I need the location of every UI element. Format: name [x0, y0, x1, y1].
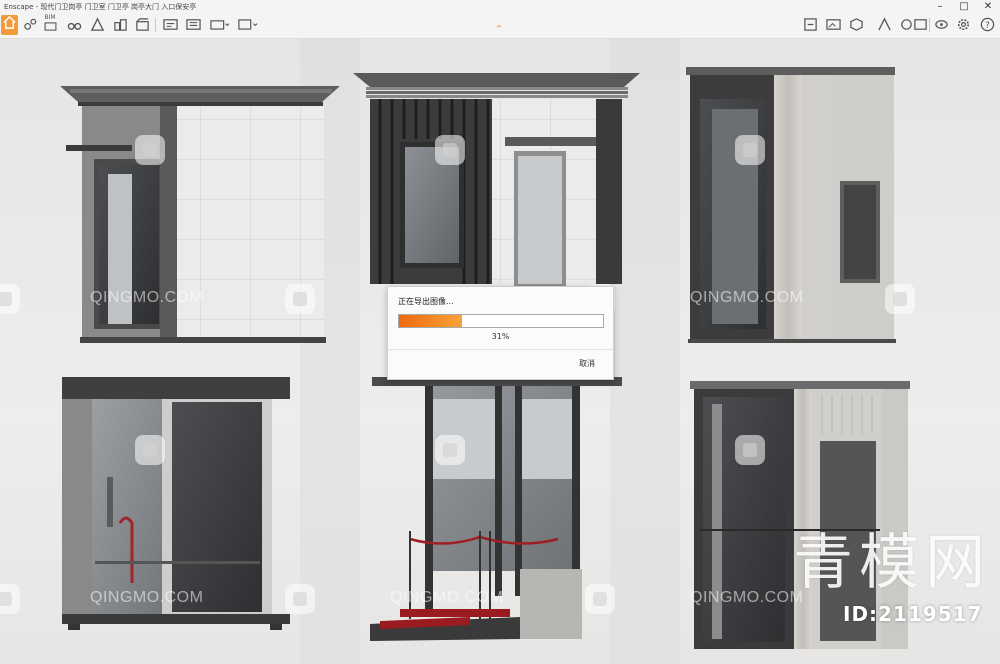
screenshot-icon[interactable]: [162, 17, 178, 33]
toolbar-separator: [929, 18, 930, 32]
watermark-logo-icon: [735, 135, 765, 165]
watermark-logo-icon: [435, 435, 465, 465]
watermark-logo-icon: [885, 284, 915, 314]
progress-percent: 31%: [491, 332, 510, 341]
dialog-divider: [388, 349, 613, 350]
views-icon[interactable]: [22, 17, 38, 33]
collaboration-icon[interactable]: [89, 17, 105, 33]
capture-icon[interactable]: [912, 17, 928, 33]
export-progress-dialog: 正在导出图像... 31% 取消: [387, 286, 614, 380]
watermark-logo-icon: [135, 135, 165, 165]
sync-icon[interactable]: [802, 17, 818, 33]
binoculars-icon[interactable]: [66, 17, 82, 33]
export-progress-fill: [399, 315, 463, 327]
watermark-logo-icon: [135, 435, 165, 465]
batch-render-icon[interactable]: [185, 17, 201, 33]
model-id-label: ID:2119517: [843, 602, 983, 626]
watermark-logo-icon: [285, 284, 315, 314]
video-icon[interactable]: [134, 17, 150, 33]
materials-icon[interactable]: [876, 17, 892, 33]
title-bar: Enscape - 现代门卫岗亭 门卫室 门卫亭 岗亭大门 入口保安亭 – □ …: [0, 0, 1000, 39]
buildings-icon[interactable]: [112, 17, 128, 33]
cancel-button[interactable]: 取消: [579, 358, 595, 369]
help-icon[interactable]: ?: [979, 17, 995, 33]
dialog-title: 正在导出图像...: [398, 297, 454, 306]
watermark-logo-icon: [735, 435, 765, 465]
collapse-toolbar-chevron-icon[interactable]: ⌃: [492, 24, 506, 35]
window-title: Enscape - 现代门卫岗亭 门卫室 门卫亭 岗亭大门 入口保安亭: [4, 3, 197, 11]
watermark-text: QINGMO.COM: [90, 289, 204, 306]
watermark-text: QINGMO.COM: [690, 589, 804, 606]
watermark-text: QINGMO.COM: [90, 589, 204, 606]
home-icon[interactable]: [1, 15, 18, 35]
export-icon[interactable]: [237, 17, 259, 33]
feedback-icon[interactable]: [933, 17, 949, 33]
close-button[interactable]: ✕: [974, 0, 1000, 14]
asset-library-icon[interactable]: [848, 17, 864, 33]
brand-watermark-logo: 青模网: [793, 528, 991, 598]
watermark-logo-icon: [435, 135, 465, 165]
watermark-logo-icon: [285, 584, 315, 614]
watermark-text: QINGMO.COM: [390, 589, 504, 606]
watermark-text: QINGMO.COM: [690, 289, 804, 306]
watermark-logo-icon: [0, 584, 20, 614]
booth-top-middle: [353, 73, 640, 286]
export-progress-bar: [398, 314, 604, 328]
bim-label: BIM: [44, 14, 56, 21]
toolbar-separator: [155, 18, 156, 32]
watermark-logo-icon: [0, 284, 20, 314]
settings-icon[interactable]: [955, 17, 971, 33]
bim-icon[interactable]: BIM: [42, 14, 58, 31]
panorama-icon[interactable]: [209, 17, 231, 33]
visual-settings-icon[interactable]: [825, 17, 841, 33]
svg-text:?: ?: [985, 20, 989, 30]
watermark-logo-icon: [585, 584, 615, 614]
